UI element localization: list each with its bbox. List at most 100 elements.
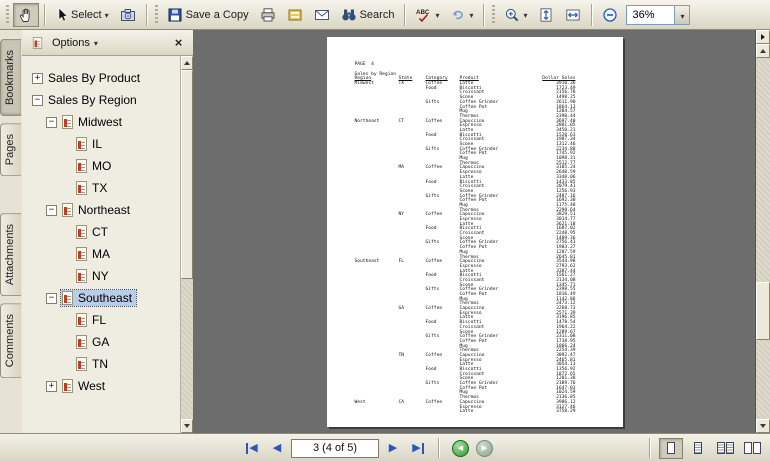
bookmark-item-midwest[interactable]: −Midwest [27, 111, 179, 133]
bookmark-label: TX [92, 181, 107, 195]
scrollbar-thumb[interactable] [181, 70, 193, 279]
spellcheck-button[interactable]: ABC [410, 3, 444, 27]
bookmark-item-tn[interactable]: TN [27, 353, 179, 375]
undo-button[interactable] [445, 3, 478, 27]
report-row: Latte3758.29 [355, 410, 623, 415]
last-page-icon [412, 443, 423, 454]
bookmark-label: MA [92, 247, 110, 261]
bookmark-item-west[interactable]: +West [27, 375, 179, 397]
organizer-button[interactable] [282, 3, 308, 27]
save-a-copy-label: Save a Copy [186, 9, 249, 21]
page-indicator[interactable]: 3 (4 of 5) [291, 439, 379, 458]
bookmark-item-fl[interactable]: FL [27, 309, 179, 331]
last-page-button[interactable] [407, 438, 429, 458]
collapse-minus-icon[interactable]: − [32, 95, 43, 106]
tab-attachments[interactable]: Attachments [0, 213, 21, 296]
toolbar-grip[interactable] [6, 5, 9, 25]
fit-page-icon [538, 7, 554, 23]
arrow-up-icon [184, 61, 190, 65]
pane-toggle-button[interactable] [756, 30, 770, 44]
next-page-button[interactable] [382, 438, 404, 458]
bookmark-item-southeast[interactable]: −Southeast [27, 287, 179, 309]
scroll-up-button[interactable] [181, 56, 193, 70]
bookmark-item-sales-by-region[interactable]: −Sales By Region [27, 89, 179, 111]
bookmark-content: Sales By Region [47, 92, 141, 108]
bookmark-label: Sales By Region [48, 93, 137, 107]
bookmark-content: FL [75, 312, 110, 328]
scrollbar-track[interactable] [181, 70, 193, 419]
bookmark-item-mo[interactable]: MO [27, 155, 179, 177]
options-menu-button[interactable]: Options [28, 33, 102, 53]
pdf-page[interactable]: PAGE 4Sales by RegionRegionStateCategory… [327, 37, 623, 427]
bookmark-item-tx[interactable]: TX [27, 177, 179, 199]
view-continuous-button[interactable] [686, 438, 710, 459]
tab-comments[interactable]: Comments [0, 303, 21, 378]
facing-page-icon [744, 442, 752, 454]
view-single-page-button[interactable] [659, 438, 683, 459]
view-facing-button[interactable] [740, 438, 764, 459]
arrow-down-icon [184, 424, 190, 428]
collapse-minus-icon[interactable]: − [46, 117, 57, 128]
tab-bookmarks[interactable]: Bookmarks [0, 39, 21, 116]
first-page-button[interactable] [241, 438, 263, 458]
scroll-down-button[interactable] [181, 419, 193, 433]
bookmark-item-northeast[interactable]: −Northeast [27, 199, 179, 221]
zoom-level-combo[interactable]: 36% [626, 5, 690, 25]
document-scrollbar[interactable] [755, 30, 770, 433]
tab-pages[interactable]: Pages [0, 123, 21, 176]
expand-plus-icon[interactable]: + [46, 381, 57, 392]
collapse-minus-icon[interactable]: − [46, 205, 57, 216]
chevron-down-icon [435, 9, 439, 21]
print-button[interactable] [255, 3, 281, 27]
bookmark-page-icon [76, 269, 87, 283]
chevron-down-icon [94, 37, 98, 49]
bookmark-content: GA [75, 334, 113, 350]
document-area[interactable]: PAGE 4Sales by RegionRegionStateCategory… [194, 30, 755, 433]
fit-width-button[interactable] [560, 3, 586, 27]
close-panel-button[interactable] [170, 34, 187, 51]
camera-icon [120, 7, 136, 23]
zoom-combo-dropdown-button[interactable] [674, 6, 689, 24]
acrobat-window: Select Save a Copy [0, 0, 770, 462]
bookmark-content: NY [75, 268, 113, 284]
toolbar-grip[interactable] [155, 5, 158, 25]
bookmark-item-ct[interactable]: CT [27, 221, 179, 243]
zoom-tool-button[interactable] [499, 3, 532, 27]
scroll-down-button[interactable] [756, 419, 770, 433]
bookmarks-tree: +Sales By Product−Sales By Region−Midwes… [22, 56, 180, 433]
collapse-minus-icon[interactable]: − [46, 293, 57, 304]
snapshot-tool-button[interactable] [115, 3, 141, 27]
hand-tool-button[interactable] [13, 3, 39, 27]
search-button[interactable]: Search [336, 3, 400, 27]
bookmark-page-icon [76, 159, 87, 173]
previous-page-button[interactable] [266, 438, 288, 458]
scroll-up-button[interactable] [756, 44, 770, 58]
bookmark-item-ny[interactable]: NY [27, 265, 179, 287]
undo-arrow-icon [450, 7, 466, 23]
bookmark-item-il[interactable]: IL [27, 133, 179, 155]
bookmarks-scrollbar[interactable] [180, 56, 193, 433]
zoom-out-button[interactable] [597, 3, 623, 27]
continuous-facing-icon [726, 442, 734, 454]
expander-spacer [60, 315, 71, 326]
binoculars-icon [341, 7, 357, 23]
bookmark-page-icon [76, 247, 87, 261]
toolbar-grip[interactable] [492, 5, 495, 25]
save-a-copy-button[interactable]: Save a Copy [162, 3, 254, 27]
bookmark-item-ga[interactable]: GA [27, 331, 179, 353]
scrollbar-track[interactable] [756, 58, 770, 419]
actual-size-button[interactable] [533, 3, 559, 27]
bookmarks-panel-body: +Sales By Product−Sales By Region−Midwes… [22, 56, 193, 433]
bookmark-item-ma[interactable]: MA [27, 243, 179, 265]
fit-width-icon [565, 7, 581, 23]
email-button[interactable] [309, 3, 335, 27]
select-tool-button[interactable]: Select [50, 3, 114, 27]
bookmark-item-sales-by-product[interactable]: +Sales By Product [27, 67, 179, 89]
view-continuous-facing-button[interactable] [713, 438, 737, 459]
scrollbar-thumb[interactable] [756, 282, 770, 340]
next-view-button[interactable] [476, 440, 493, 457]
previous-view-button[interactable] [452, 440, 469, 457]
expander-spacer [60, 249, 71, 260]
continuous-facing-icon [717, 442, 725, 454]
expand-plus-icon[interactable]: + [32, 73, 43, 84]
